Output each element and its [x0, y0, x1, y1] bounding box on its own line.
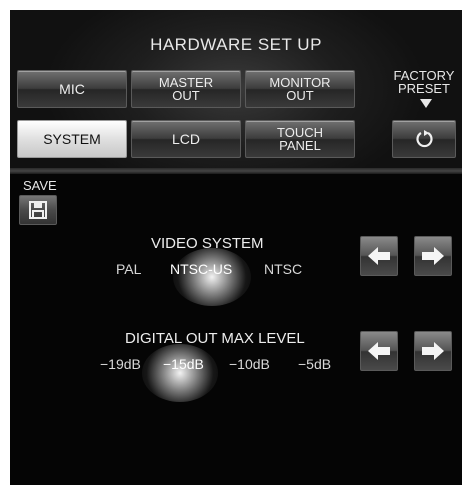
save-button[interactable]	[19, 195, 57, 225]
factory-preset-label: FACTORY PRESET	[386, 69, 462, 95]
factory-preset-button[interactable]	[392, 120, 456, 158]
tab-touch-panel[interactable]: TOUCH PANEL	[245, 120, 355, 158]
section-divider	[10, 168, 462, 174]
page-title: HARDWARE SET UP	[150, 35, 322, 54]
tab-monitor-out-label-2: OUT	[286, 88, 314, 103]
video-option-ntsc[interactable]: NTSC	[264, 261, 302, 277]
tab-system-label: SYSTEM	[43, 131, 101, 147]
video-option-pal[interactable]: PAL	[116, 261, 141, 277]
digital-out-prev-button[interactable]	[360, 331, 398, 371]
arrow-right-icon	[422, 247, 444, 265]
video-prev-button[interactable]	[360, 236, 398, 276]
floppy-disk-icon	[29, 201, 47, 219]
video-system-selection-glow	[173, 248, 251, 306]
reset-icon	[416, 130, 433, 148]
video-option-ntsc-us[interactable]: NTSC-US	[170, 261, 232, 277]
tab-monitor-out[interactable]: MONITOR OUT	[245, 70, 355, 108]
digital-option-19db[interactable]: −19dB	[100, 356, 141, 372]
video-next-button[interactable]	[414, 236, 452, 276]
tab-master-out[interactable]: MASTER OUT	[131, 70, 241, 108]
tab-mic[interactable]: MIC	[17, 70, 127, 108]
arrow-left-icon	[368, 342, 390, 360]
tab-lcd-label: LCD	[171, 131, 200, 147]
down-triangle-icon	[420, 99, 432, 108]
arrow-left-icon	[368, 247, 390, 265]
digital-option-10db[interactable]: −10dB	[229, 356, 270, 372]
factory-preset-label-line2: PRESET	[397, 81, 450, 96]
tab-system[interactable]: SYSTEM	[17, 120, 127, 158]
arrow-right-icon	[422, 342, 444, 360]
digital-option-15db[interactable]: −15dB	[163, 356, 204, 372]
tab-master-out-label-2: OUT	[172, 88, 200, 103]
digital-out-selection-glow	[142, 344, 218, 402]
tab-touch-panel-label-2: PANEL	[279, 138, 321, 153]
save-label: SAVE	[23, 178, 57, 193]
digital-out-next-button[interactable]	[414, 331, 452, 371]
digital-option-5db[interactable]: −5dB	[298, 356, 331, 372]
hardware-setup-screen: HARDWARE SET UP MIC MASTER OUT MONITOR O…	[10, 10, 462, 485]
tab-lcd[interactable]: LCD	[131, 120, 241, 158]
digital-out-title: DIGITAL OUT MAX LEVEL	[125, 330, 305, 347]
tab-mic-label: MIC	[59, 81, 85, 97]
